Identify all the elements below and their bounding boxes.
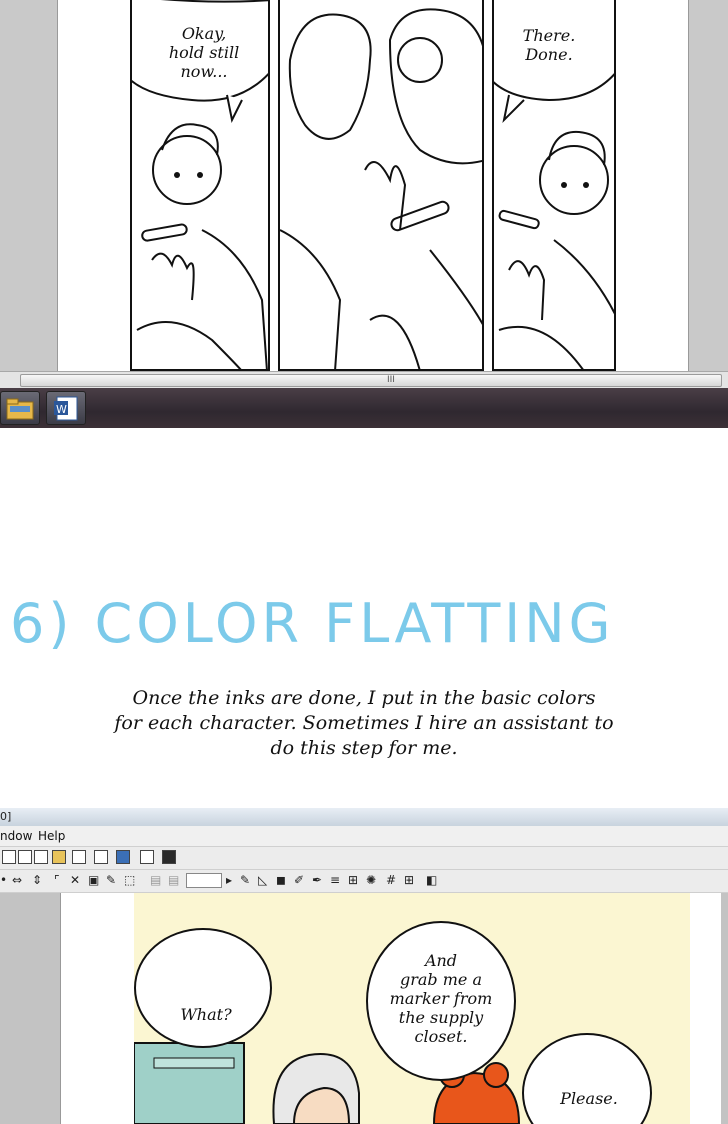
description-line: Once the inks are done, I put in the bas… [132,687,596,709]
word-document-icon: W [54,396,78,421]
marquee-icon[interactable]: ⬚ [124,872,135,888]
description-line: do this step for me. [270,737,458,759]
window-title-bar: 0] [0,808,728,826]
speech-line: the supply [398,1008,484,1027]
main-toolbar [0,847,728,870]
grid-alt-icon[interactable]: ⊞ [404,872,414,888]
lines-icon[interactable]: ≡ [330,872,340,888]
speech-marker-text: And grab me a marker from the supply clo… [366,951,516,1046]
horizontal-scrollbar[interactable]: III [0,371,728,388]
page-view-icon[interactable] [18,850,32,864]
menu-help[interactable]: Help [38,829,65,843]
scrollbar-grip-icon: III [387,375,395,385]
mesh-icon[interactable]: ⊞ [348,872,358,888]
ruler-icon[interactable]: ◺ [258,872,267,888]
windows-taskbar: W [0,388,728,428]
single-page-icon[interactable] [34,850,48,864]
brush-icon[interactable]: ✒ [312,872,322,888]
image-icon[interactable]: ▣ [88,872,99,888]
palette-icon[interactable] [52,850,66,864]
panel-layout-icon[interactable] [2,850,16,864]
fill-icon[interactable]: ◼ [276,872,286,888]
scrollbar-thumb[interactable]: III [20,374,722,387]
fridge-shape [134,1042,245,1124]
speech-line: hold still [168,43,240,62]
arrow-left-icon[interactable]: • [0,872,7,888]
flatted-comic-page: What? And grab me a marker from the supp… [134,893,690,1124]
inked-canvas: Okay, hold still now... There. Done. [57,0,689,371]
comic-panel-3: There. Done. [492,0,616,371]
speech-what-text: What? [180,1005,232,1024]
speech-line: now... [180,62,228,81]
speech-bubble-there-done: There. Done. [504,26,594,64]
speech-bubble-hold-still: Okay, hold still now... [154,24,254,81]
move-vertical-icon[interactable]: ⇕ [32,872,42,888]
step-description: Once the inks are done, I put in the bas… [0,686,728,761]
grid-view-icon[interactable] [94,850,108,864]
folder-icon [6,398,34,420]
crop-corner-icon[interactable]: ⌜ [54,872,60,888]
speech-please-text: Please. [560,1089,618,1108]
panel-2-art [280,8,482,369]
tile-view-icon[interactable] [116,850,130,864]
zoom-field[interactable] [186,873,222,888]
description-line: for each character. Sometimes I hire an … [114,712,614,734]
menu-bar: ndow Help [0,826,728,847]
speech-line: grab me a [399,970,483,989]
filmstrip-icon[interactable] [140,850,154,864]
taskbar-explorer-button[interactable] [0,391,40,425]
layer-check-icon[interactable] [72,850,86,864]
tutorial-step-section: 6) COLOR FLATTING Once the inks are done… [0,428,728,808]
inking-screenshot: Okay, hold still now... There. Done. III… [0,0,728,428]
play-icon[interactable] [162,850,176,864]
comic-panel-2 [278,0,484,371]
grid-icon[interactable]: # [386,872,396,888]
move-horizontal-icon[interactable]: ⇔ [12,872,22,888]
pen-icon[interactable]: ✎ [240,872,250,888]
page-next-icon[interactable]: ▤ [168,872,179,888]
menu-window[interactable]: ndow [0,829,32,843]
dropdown-arrow-icon[interactable]: ▸ [226,872,232,888]
speech-bubble-what [134,928,272,1048]
window-title-fragment: 0] [0,810,12,823]
step-heading: 6) COLOR FLATTING [10,592,615,655]
speech-line: There. [522,26,576,45]
comic-panel-1: Okay, hold still now... [130,0,270,371]
panel-icon[interactable]: ◧ [426,872,437,888]
page-prev-icon[interactable]: ▤ [150,872,161,888]
transform-icon[interactable]: ✕ [70,872,80,888]
flatting-screenshot: 0] ndow Help • ⇔ ⇕ ⌜ ✕ ▣ ✎ ⬚ ▤ ▤ ▸ ✎ ◺ ◼… [0,808,728,1124]
svg-text:W: W [56,403,67,416]
taskbar-word-button[interactable]: W [46,391,86,425]
eyedropper-icon[interactable]: ✐ [294,872,304,888]
select-pen-icon[interactable]: ✎ [106,872,116,888]
speech-line: marker from [389,989,493,1008]
speech-line: And [424,951,458,970]
burst-icon[interactable]: ✺ [366,872,376,888]
speech-line: closet. [414,1027,468,1046]
drawing-toolbar: • ⇔ ⇕ ⌜ ✕ ▣ ✎ ⬚ ▤ ▤ ▸ ✎ ◺ ◼ ✐ ✒ ≡ ⊞ ✺ # … [0,870,728,893]
speech-line: Done. [525,45,573,64]
speech-line: Okay, [181,24,227,43]
